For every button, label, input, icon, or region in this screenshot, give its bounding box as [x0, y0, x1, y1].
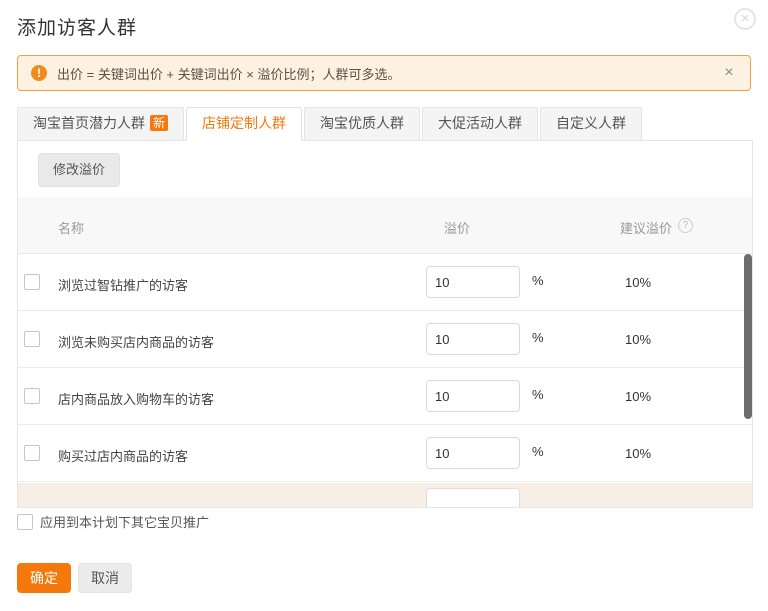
row-checkbox[interactable] — [24, 274, 40, 290]
exclamation-circle-icon — [31, 65, 47, 81]
apply-to-plan-checkbox[interactable] — [17, 514, 33, 530]
audience-name: 浏览未购买店内商品的访客 — [58, 332, 214, 351]
column-header-suggested-premium: 建议溢价 — [620, 218, 672, 237]
tab-label: 淘宝首页潜力人群 — [33, 115, 145, 131]
tab-label: 淘宝优质人群 — [320, 115, 404, 131]
tab-custom-audience[interactable]: 自定义人群 — [540, 107, 642, 140]
question-circle-icon[interactable] — [678, 218, 693, 233]
tab-label: 大促活动人群 — [438, 115, 522, 131]
table-row: 浏览未购买店内商品的访客 % 10% — [18, 311, 752, 368]
alert-dismiss-icon[interactable] — [721, 65, 737, 81]
bid-formula-alert: 出价 = 关键词出价 + 关键词出价 × 溢价比例；人群可多选。 — [17, 55, 751, 91]
tab-taobao-homepage-potential[interactable]: 淘宝首页潜力人群新 — [17, 107, 184, 140]
column-header-name: 名称 — [58, 218, 84, 237]
suggested-premium-value: 10% — [625, 332, 651, 347]
table-row: 浏览过智钻推广的访客 % 10% — [18, 254, 752, 311]
suggested-premium-value: 10% — [625, 446, 651, 461]
scrollbar-thumb[interactable] — [744, 254, 752, 419]
tab-label: 店铺定制人群 — [202, 115, 286, 131]
premium-input-clipped[interactable] — [426, 488, 520, 508]
modify-premium-button[interactable]: 修改溢价 — [38, 153, 120, 187]
table-header: 名称 溢价 建议溢价 — [18, 197, 752, 254]
audience-rows: 浏览过智钻推广的访客 % 10% 浏览未购买店内商品的访客 % 10% 店内商品… — [18, 254, 752, 482]
suggested-premium-value: 10% — [625, 389, 651, 404]
percent-sign: % — [532, 444, 544, 459]
tab-taobao-quality-audience[interactable]: 淘宝优质人群 — [304, 107, 420, 140]
row-checkbox[interactable] — [24, 388, 40, 404]
premium-input[interactable] — [426, 380, 520, 412]
dialog-close-icon[interactable] — [734, 8, 756, 30]
tab-label: 自定义人群 — [556, 115, 626, 131]
audience-tabs: 淘宝首页潜力人群新 店铺定制人群 淘宝优质人群 大促活动人群 自定义人群 — [17, 107, 644, 141]
percent-sign: % — [532, 330, 544, 345]
tab-content-panel: 修改溢价 名称 溢价 建议溢价 浏览过智钻推广的访客 % 10% 浏览未购买店内… — [17, 140, 753, 508]
audience-name: 购买过店内商品的访客 — [58, 446, 188, 465]
percent-sign: % — [532, 387, 544, 402]
add-visitor-audience-dialog: 添加访客人群 出价 = 关键词出价 + 关键词出价 × 溢价比例；人群可多选。 … — [0, 0, 768, 611]
tab-shop-custom-audience[interactable]: 店铺定制人群 — [186, 107, 302, 141]
premium-input[interactable] — [426, 323, 520, 355]
table-row: 店内商品放入购物车的访客 % 10% — [18, 368, 752, 425]
table-row-clipped — [18, 483, 752, 508]
confirm-button[interactable]: 确定 — [17, 563, 71, 593]
tab-promo-event-audience[interactable]: 大促活动人群 — [422, 107, 538, 140]
apply-to-plan-label[interactable]: 应用到本计划下其它宝贝推广 — [40, 512, 209, 531]
premium-input[interactable] — [426, 437, 520, 469]
percent-sign: % — [532, 273, 544, 288]
suggested-premium-value: 10% — [625, 275, 651, 290]
alert-text: 出价 = 关键词出价 + 关键词出价 × 溢价比例；人群可多选。 — [57, 64, 400, 83]
audience-name: 浏览过智钻推广的访客 — [58, 275, 188, 294]
row-checkbox[interactable] — [24, 331, 40, 347]
cancel-button[interactable]: 取消 — [78, 563, 132, 593]
apply-to-plan-row: 应用到本计划下其它宝贝推广 — [17, 512, 209, 531]
new-badge: 新 — [150, 115, 168, 131]
column-header-premium: 溢价 — [444, 218, 470, 237]
table-row: 购买过店内商品的访客 % 10% — [18, 425, 752, 482]
dialog-title: 添加访客人群 — [17, 13, 137, 40]
premium-input[interactable] — [426, 266, 520, 298]
audience-name: 店内商品放入购物车的访客 — [58, 389, 214, 408]
row-checkbox[interactable] — [24, 445, 40, 461]
